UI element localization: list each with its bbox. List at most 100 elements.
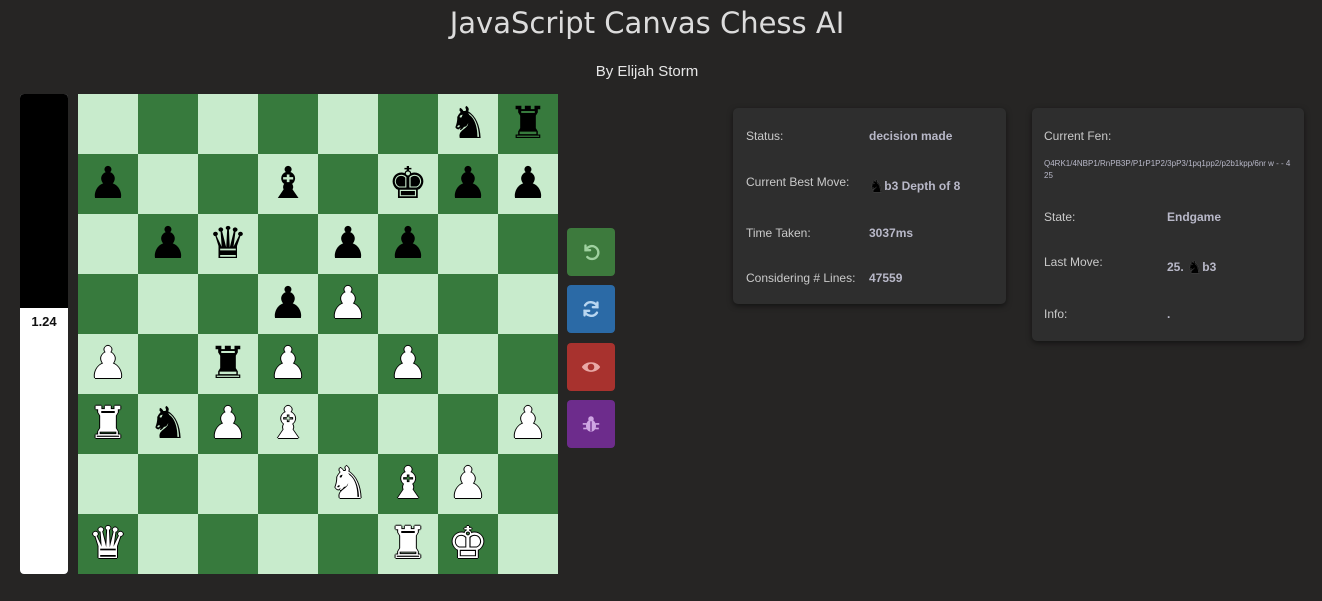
square-d5[interactable]: ♟ xyxy=(258,274,318,334)
square-c5[interactable] xyxy=(198,274,258,334)
square-g3[interactable] xyxy=(438,394,498,454)
black-pawn-icon[interactable]: ♟ xyxy=(88,162,127,206)
square-f2[interactable]: ♝ xyxy=(378,454,438,514)
square-h2[interactable] xyxy=(498,454,558,514)
black-pawn-icon[interactable]: ♟ xyxy=(268,282,307,326)
square-e3[interactable] xyxy=(318,394,378,454)
black-knight-icon[interactable]: ♞ xyxy=(448,102,487,146)
show-button[interactable] xyxy=(567,343,615,391)
square-e6[interactable]: ♟ xyxy=(318,214,378,274)
white-pawn-icon[interactable]: ♟ xyxy=(328,282,367,326)
white-pawn-icon[interactable]: ♟ xyxy=(88,342,127,386)
square-b8[interactable] xyxy=(138,94,198,154)
square-h3[interactable]: ♟ xyxy=(498,394,558,454)
square-d4[interactable]: ♟ xyxy=(258,334,318,394)
black-rook-icon[interactable]: ♜ xyxy=(208,342,247,386)
square-a8[interactable] xyxy=(78,94,138,154)
square-c6[interactable]: ♛ xyxy=(198,214,258,274)
black-pawn-icon[interactable]: ♟ xyxy=(448,162,487,206)
square-g6[interactable] xyxy=(438,214,498,274)
square-d2[interactable] xyxy=(258,454,318,514)
square-c7[interactable] xyxy=(198,154,258,214)
white-queen-icon[interactable]: ♛ xyxy=(88,522,127,566)
black-knight-icon[interactable]: ♞ xyxy=(148,402,187,446)
fen-value: Q4RK1/4NBP1/RnPB3P/P1rP1P2/3pP3/1pq1pp2/… xyxy=(1044,159,1291,180)
square-e1[interactable] xyxy=(318,514,378,574)
black-queen-icon[interactable]: ♛ xyxy=(208,222,247,266)
square-h5[interactable] xyxy=(498,274,558,334)
square-a5[interactable] xyxy=(78,274,138,334)
square-f8[interactable] xyxy=(378,94,438,154)
square-e5[interactable]: ♟ xyxy=(318,274,378,334)
undo-button[interactable] xyxy=(567,228,615,276)
square-f6[interactable]: ♟ xyxy=(378,214,438,274)
white-bishop-icon[interactable]: ♝ xyxy=(268,402,307,446)
black-bishop-icon[interactable]: ♝ xyxy=(268,162,307,206)
white-bishop-icon[interactable]: ♝ xyxy=(388,462,427,506)
square-b1[interactable] xyxy=(138,514,198,574)
square-f5[interactable] xyxy=(378,274,438,334)
bug-icon xyxy=(582,416,600,432)
square-e4[interactable] xyxy=(318,334,378,394)
square-a4[interactable]: ♟ xyxy=(78,334,138,394)
black-pawn-icon[interactable]: ♟ xyxy=(148,222,187,266)
square-g5[interactable] xyxy=(438,274,498,334)
square-h7[interactable]: ♟ xyxy=(498,154,558,214)
white-king-icon[interactable]: ♚ xyxy=(448,522,487,566)
white-pawn-icon[interactable]: ♟ xyxy=(268,342,307,386)
square-g4[interactable] xyxy=(438,334,498,394)
chess-board[interactable]: ♞ ♜ ♟ ♝ ♚ ♟ ♟ ♟ ♛ ♟ ♟ ♟ ♟ ♟ ♜ ♟ ♟ ♜ ♞ ♟ ♝ ♟ ♞ ♝ ♟ ♛ ♜ ♚ xyxy=(78,94,558,574)
square-h4[interactable] xyxy=(498,334,558,394)
square-b7[interactable] xyxy=(138,154,198,214)
black-pawn-icon[interactable]: ♟ xyxy=(328,222,367,266)
square-h6[interactable] xyxy=(498,214,558,274)
square-f4[interactable]: ♟ xyxy=(378,334,438,394)
square-d8[interactable] xyxy=(258,94,318,154)
best-move-value-group: ♞b3 Depth of 8 xyxy=(869,177,960,197)
square-b5[interactable] xyxy=(138,274,198,334)
square-e2[interactable]: ♞ xyxy=(318,454,378,514)
square-d3[interactable]: ♝ xyxy=(258,394,318,454)
white-pawn-icon[interactable]: ♟ xyxy=(388,342,427,386)
white-pawn-icon[interactable]: ♟ xyxy=(448,462,487,506)
square-a6[interactable] xyxy=(78,214,138,274)
square-h1[interactable] xyxy=(498,514,558,574)
square-g2[interactable]: ♟ xyxy=(438,454,498,514)
square-f3[interactable] xyxy=(378,394,438,454)
square-e7[interactable] xyxy=(318,154,378,214)
square-c2[interactable] xyxy=(198,454,258,514)
square-c8[interactable] xyxy=(198,94,258,154)
square-d6[interactable] xyxy=(258,214,318,274)
square-a1[interactable]: ♛ xyxy=(78,514,138,574)
white-knight-icon[interactable]: ♞ xyxy=(328,462,367,506)
square-e8[interactable] xyxy=(318,94,378,154)
square-g1[interactable]: ♚ xyxy=(438,514,498,574)
square-a7[interactable]: ♟ xyxy=(78,154,138,214)
black-rook-icon[interactable]: ♜ xyxy=(508,102,547,146)
black-pawn-icon[interactable]: ♟ xyxy=(388,222,427,266)
square-b2[interactable] xyxy=(138,454,198,514)
white-pawn-icon[interactable]: ♟ xyxy=(208,402,247,446)
square-f1[interactable]: ♜ xyxy=(378,514,438,574)
square-c3[interactable]: ♟ xyxy=(198,394,258,454)
square-c4[interactable]: ♜ xyxy=(198,334,258,394)
square-g8[interactable]: ♞ xyxy=(438,94,498,154)
white-rook-icon[interactable]: ♜ xyxy=(388,522,427,566)
square-h8[interactable]: ♜ xyxy=(498,94,558,154)
white-pawn-icon[interactable]: ♟ xyxy=(508,402,547,446)
square-g7[interactable]: ♟ xyxy=(438,154,498,214)
square-d1[interactable] xyxy=(258,514,318,574)
square-b3[interactable]: ♞ xyxy=(138,394,198,454)
square-b4[interactable] xyxy=(138,334,198,394)
flip-board-button[interactable] xyxy=(567,285,615,333)
black-king-icon[interactable]: ♚ xyxy=(388,162,427,206)
square-f7[interactable]: ♚ xyxy=(378,154,438,214)
square-a3[interactable]: ♜ xyxy=(78,394,138,454)
square-c1[interactable] xyxy=(198,514,258,574)
square-a2[interactable] xyxy=(78,454,138,514)
square-b6[interactable]: ♟ xyxy=(138,214,198,274)
square-d7[interactable]: ♝ xyxy=(258,154,318,214)
white-rook-icon[interactable]: ♜ xyxy=(88,402,127,446)
debug-button[interactable] xyxy=(567,400,615,448)
black-pawn-icon[interactable]: ♟ xyxy=(508,162,547,206)
